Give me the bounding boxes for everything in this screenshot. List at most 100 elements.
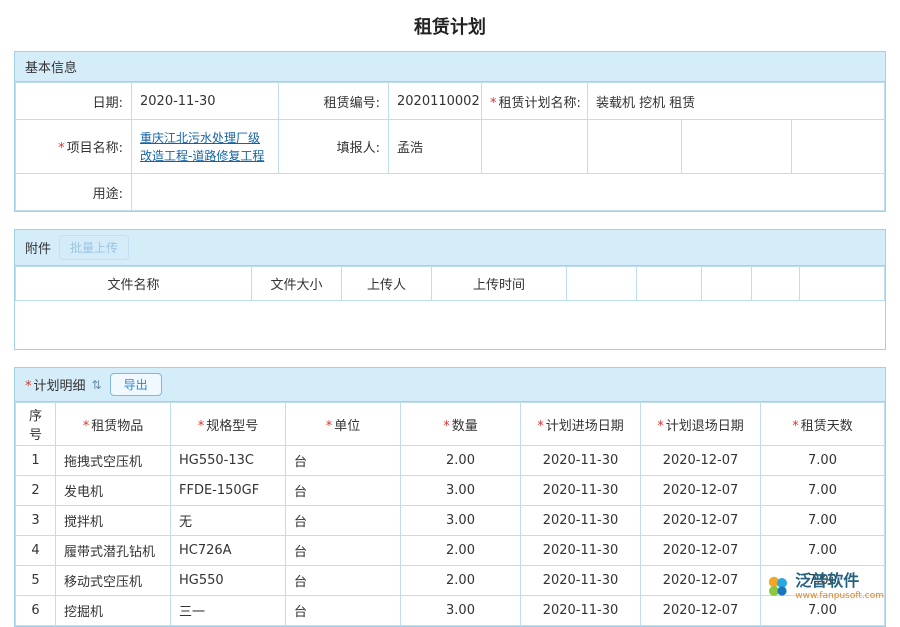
sort-icon[interactable]: ⇅ [92, 378, 102, 392]
empty-column-header [752, 267, 800, 301]
basic-info-table: 日期: 2020-11-30 租赁编号: 2020110002 *租赁计划名称:… [15, 82, 885, 211]
cell-rental-item: 挖掘机 [56, 596, 171, 626]
cell-exit-date: 2020-12-07 [641, 446, 761, 476]
reporter-label: 填报人: [279, 120, 389, 174]
fanpu-logo-icon [766, 575, 790, 599]
header-label: 规格型号 [206, 419, 258, 434]
cell-quantity: 3.00 [401, 476, 521, 506]
plan-detail-title-text: 计划明细 [34, 379, 86, 394]
header-label: 单位 [334, 419, 360, 434]
cell-serial: 4 [16, 536, 56, 566]
cell-rental-item: 搅拌机 [56, 506, 171, 536]
column-header-serial: 序号 [16, 403, 56, 446]
date-value: 2020-11-30 [132, 83, 279, 120]
required-mark: * [326, 419, 333, 434]
date-label: 日期: [16, 83, 132, 120]
cell-unit: 台 [286, 476, 401, 506]
plan-detail-header: *计划明细 ⇅ 导出 [15, 368, 885, 402]
plan-detail-section: *计划明细 ⇅ 导出 序号 *租赁物品 *规格型号 *单位 *数量 *计划进场日… [14, 367, 886, 627]
cell-serial: 5 [16, 566, 56, 596]
cell-exit-date: 2020-12-07 [641, 536, 761, 566]
cell-unit: 台 [286, 536, 401, 566]
cell-quantity: 2.00 [401, 536, 521, 566]
cell-entry-date: 2020-11-30 [521, 476, 641, 506]
column-header-spec-model: *规格型号 [171, 403, 286, 446]
required-mark: * [657, 419, 664, 434]
column-header-exit-date: *计划退场日期 [641, 403, 761, 446]
project-label-text: 项目名称: [67, 141, 123, 156]
project-link[interactable]: 重庆江北污水处理厂级改造工程-道路修复工程 [140, 131, 264, 163]
table-row: 2 发电机 FFDE-150GF 台 3.00 2020-11-30 2020-… [16, 476, 885, 506]
cell-entry-date: 2020-11-30 [521, 536, 641, 566]
empty-cell [588, 120, 682, 174]
empty-cell [682, 120, 792, 174]
form-row-3: 用途: [16, 174, 885, 211]
attachments-header-row: 文件名称 文件大小 上传人 上传时间 [16, 267, 885, 301]
cell-serial: 3 [16, 506, 56, 536]
project-label: *项目名称: [16, 120, 132, 174]
column-header-rental-item: *租赁物品 [56, 403, 171, 446]
export-button[interactable]: 导出 [110, 373, 162, 396]
plan-detail-header-row: 序号 *租赁物品 *规格型号 *单位 *数量 *计划进场日期 *计划退场日期 *… [16, 403, 885, 446]
table-row: 3 搅拌机 无 台 3.00 2020-11-30 2020-12-07 7.0… [16, 506, 885, 536]
column-header-file-size: 文件大小 [252, 267, 342, 301]
form-row-1: 日期: 2020-11-30 租赁编号: 2020110002 *租赁计划名称:… [16, 83, 885, 120]
attachments-empty-area [15, 301, 885, 349]
brand-url: www.fanpusoft.com [795, 591, 884, 601]
cell-spec-model: HG550-13C [171, 446, 286, 476]
empty-column-header [800, 267, 885, 301]
cell-unit: 台 [286, 446, 401, 476]
batch-upload-button[interactable]: 批量上传 [59, 235, 129, 260]
required-mark: * [792, 419, 799, 434]
column-header-rental-days: *租赁天数 [761, 403, 885, 446]
cell-serial: 2 [16, 476, 56, 506]
attachments-section: 附件 批量上传 文件名称 文件大小 上传人 上传时间 [14, 229, 886, 350]
cell-entry-date: 2020-11-30 [521, 566, 641, 596]
cell-spec-model: 三一 [171, 596, 286, 626]
cell-exit-date: 2020-12-07 [641, 506, 761, 536]
column-header-unit: *单位 [286, 403, 401, 446]
table-row: 1 拖拽式空压机 HG550-13C 台 2.00 2020-11-30 202… [16, 446, 885, 476]
cell-rental-days: 7.00 [761, 506, 885, 536]
cell-exit-date: 2020-12-07 [641, 596, 761, 626]
cell-serial: 6 [16, 596, 56, 626]
purpose-label: 用途: [16, 174, 132, 211]
column-header-file-name: 文件名称 [16, 267, 252, 301]
table-row: 4 履带式潜孔钻机 HC726A 台 2.00 2020-11-30 2020-… [16, 536, 885, 566]
header-label: 租赁天数 [801, 419, 853, 434]
required-mark: * [25, 379, 32, 394]
cell-unit: 台 [286, 566, 401, 596]
cell-entry-date: 2020-11-30 [521, 446, 641, 476]
cell-spec-model: FFDE-150GF [171, 476, 286, 506]
cell-rental-item: 履带式潜孔钻机 [56, 536, 171, 566]
page-title: 租赁计划 [0, 13, 900, 39]
plan-detail-table: 序号 *租赁物品 *规格型号 *单位 *数量 *计划进场日期 *计划退场日期 *… [15, 402, 885, 626]
column-header-quantity: *数量 [401, 403, 521, 446]
cell-entry-date: 2020-11-30 [521, 596, 641, 626]
column-header-entry-date: *计划进场日期 [521, 403, 641, 446]
cell-serial: 1 [16, 446, 56, 476]
rental-no-value: 2020110002 [389, 83, 482, 120]
required-mark: * [537, 419, 544, 434]
cell-unit: 台 [286, 596, 401, 626]
plan-name-label-text: 租赁计划名称: [499, 96, 581, 111]
required-mark: * [58, 141, 65, 156]
attachments-title: 附件 [25, 238, 51, 257]
cell-rental-days: 7.00 [761, 536, 885, 566]
header-label: 租赁物品 [91, 419, 143, 434]
attachments-header: 附件 批量上传 [15, 230, 885, 266]
required-mark: * [198, 419, 205, 434]
basic-info-header: 基本信息 [15, 52, 885, 82]
empty-cell [482, 120, 588, 174]
watermark-text: 泛普软件 www.fanpusoft.com [795, 572, 884, 601]
cell-quantity: 2.00 [401, 566, 521, 596]
header-label: 数量 [452, 419, 478, 434]
plan-name-value: 装载机 挖机 租赁 [588, 83, 885, 120]
cell-rental-days: 7.00 [761, 446, 885, 476]
header-label: 计划进场日期 [546, 419, 624, 434]
cell-quantity: 3.00 [401, 506, 521, 536]
cell-entry-date: 2020-11-30 [521, 506, 641, 536]
project-value-cell: 重庆江北污水处理厂级改造工程-道路修复工程 [132, 120, 279, 174]
required-mark: * [490, 96, 497, 111]
empty-column-header [567, 267, 637, 301]
